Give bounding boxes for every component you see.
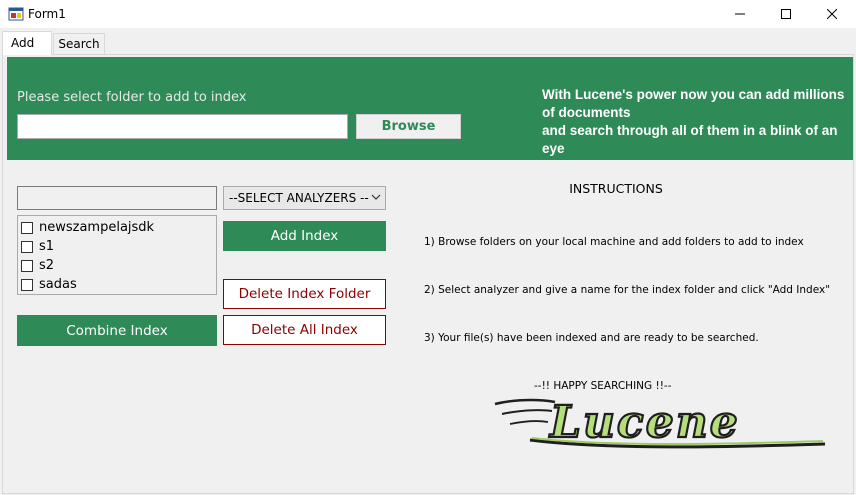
list-item-label: sadas	[39, 277, 77, 292]
promo-line-1: With Lucene's power now you can add mill…	[542, 87, 845, 120]
window-title: Form1	[28, 7, 66, 21]
tab-add[interactable]: Add	[2, 31, 52, 55]
checkbox[interactable]	[21, 240, 33, 253]
index-name-input[interactable]	[17, 186, 217, 210]
add-index-button[interactable]: Add Index	[223, 221, 386, 251]
logo-text: Lucene	[548, 397, 740, 448]
checkbox[interactable]	[21, 278, 33, 291]
chevron-down-icon	[371, 190, 381, 207]
checkbox[interactable]	[21, 221, 33, 234]
list-item[interactable]: sadas	[21, 275, 77, 294]
list-item[interactable]: newszampelajsdk	[21, 218, 154, 237]
list-item[interactable]: s1	[21, 237, 54, 256]
list-item-label: newszampelajsdk	[39, 220, 155, 235]
combine-index-button[interactable]: Combine Index	[17, 315, 217, 346]
instructions-title: INSTRUCTIONS	[569, 181, 663, 196]
lucene-logo: Lucene	[490, 392, 830, 452]
folder-label: Please select folder to add to index	[17, 90, 247, 105]
close-button[interactable]	[809, 0, 855, 28]
app-icon	[8, 6, 24, 22]
folder-path-input[interactable]	[17, 114, 348, 139]
analyzer-select[interactable]: --SELECT ANALYZERS --	[223, 186, 386, 210]
close-icon	[827, 9, 837, 19]
browse-button[interactable]: Browse	[356, 114, 461, 139]
checkbox[interactable]	[21, 259, 33, 272]
minimize-button[interactable]	[717, 0, 763, 28]
instructions-body: 1) Browse folders on your local machine …	[424, 202, 830, 410]
promo-text: With Lucene's power now you can add mill…	[542, 86, 847, 158]
index-checklist[interactable]: newszampelajsdk s1 s2 sadas	[17, 215, 217, 295]
promo-line-2: and search through all of them in a blin…	[542, 123, 838, 156]
instruction-step-1: 1) Browse folders on your local machine …	[424, 236, 804, 248]
minimize-icon	[735, 13, 745, 15]
maximize-button[interactable]	[763, 0, 809, 28]
delete-all-index-button[interactable]: Delete All Index	[223, 315, 386, 345]
list-item-label: s2	[39, 258, 55, 273]
maximize-icon	[781, 9, 791, 19]
instruction-step-2: 2) Select analyzer and give a name for t…	[424, 284, 831, 296]
list-item[interactable]: s2	[21, 256, 54, 275]
delete-index-folder-button[interactable]: Delete Index Folder	[223, 279, 386, 309]
analyzer-select-value: --SELECT ANALYZERS --	[229, 191, 369, 205]
tab-search[interactable]: Search	[53, 33, 105, 54]
list-item-label: s1	[39, 239, 55, 254]
instruction-step-3: 3) Your file(s) have been indexed and ar…	[424, 332, 759, 344]
